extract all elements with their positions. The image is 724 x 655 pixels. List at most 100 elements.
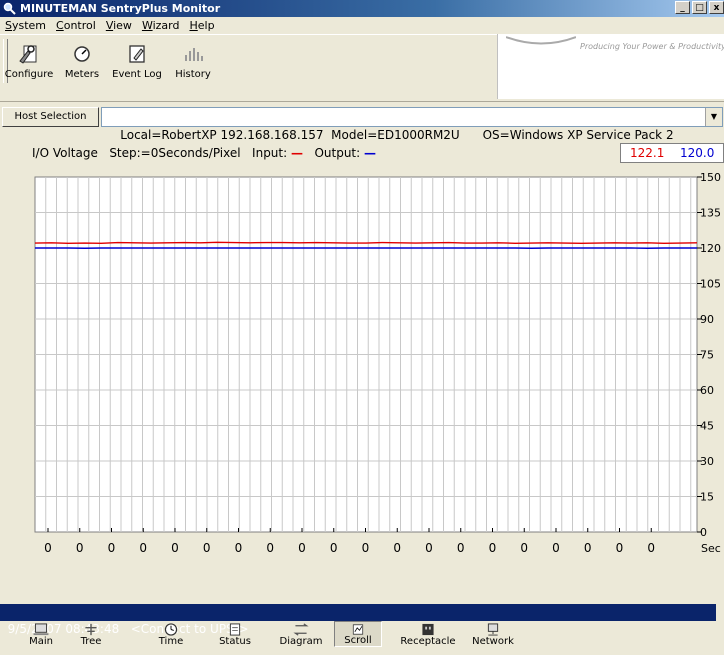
- input-legend-marker: —: [291, 146, 303, 160]
- logo-tagline: Producing Your Power & Productivity: [580, 42, 724, 51]
- tab-diagram-label: Diagram: [280, 636, 323, 647]
- y-tick-label: 90: [700, 313, 714, 326]
- menu-wizard[interactable]: Wizard: [137, 17, 185, 34]
- bottom-tab-bar: Main Tree Time Status Diagram Scroll Rec…: [0, 621, 724, 647]
- tab-time[interactable]: Time: [152, 621, 190, 647]
- history-icon: [182, 43, 204, 65]
- tab-main[interactable]: Main: [22, 621, 60, 647]
- x-tick-label: 0: [425, 541, 433, 555]
- meters-label: Meters: [65, 69, 99, 80]
- minimize-button[interactable]: _: [675, 1, 690, 14]
- clipboard-icon: [226, 623, 244, 636]
- voltage-readout: 122.1 120.0: [620, 143, 724, 163]
- input-voltage-line: [35, 242, 697, 243]
- output-label: Output:: [314, 146, 360, 160]
- scroll-chart-icon: [349, 624, 367, 635]
- host-selection-button[interactable]: Host Selection: [2, 107, 99, 127]
- x-tick-label: 0: [171, 541, 179, 555]
- x-tick-label: 0: [457, 541, 465, 555]
- chart-title: I/O Voltage: [32, 146, 98, 160]
- configure-label: Configure: [5, 69, 53, 80]
- receptacle-icon: [419, 623, 437, 636]
- tab-diagram[interactable]: Diagram: [276, 621, 326, 647]
- magnifier-icon: [3, 2, 17, 15]
- x-tick-label: 0: [330, 541, 338, 555]
- x-tick-label: 0: [44, 541, 52, 555]
- clock-icon: [162, 623, 180, 636]
- x-tick-label: 0: [362, 541, 370, 555]
- x-tick-label: 0: [647, 541, 655, 555]
- diagram-icon: [292, 623, 310, 636]
- chart-step: Step:=0Seconds/Pixel: [109, 146, 240, 160]
- tab-scroll-label: Scroll: [344, 635, 371, 646]
- x-tick-label: 0: [266, 541, 274, 555]
- x-tick-label: 0: [298, 541, 306, 555]
- tab-tree-label: Tree: [81, 636, 102, 647]
- chevron-down-icon[interactable]: ▼: [705, 108, 722, 126]
- brand-logo: Producing Your Power & Productivity: [497, 34, 724, 99]
- history-label: History: [175, 69, 211, 80]
- tab-status[interactable]: Status: [216, 621, 254, 647]
- tab-main-label: Main: [29, 636, 53, 647]
- menu-control[interactable]: Control: [51, 17, 101, 34]
- meters-button[interactable]: Meters: [60, 39, 104, 97]
- configure-icon: [17, 43, 41, 65]
- tab-status-label: Status: [219, 636, 251, 647]
- y-tick-label: 0: [700, 526, 707, 539]
- host-select[interactable]: Local=RobertXP 192.168.168.157 Model=ED1…: [101, 107, 723, 127]
- menu-system[interactable]: System: [0, 17, 51, 34]
- input-voltage-value: 122.1: [630, 144, 664, 162]
- output-legend-marker: —: [364, 146, 376, 160]
- tab-receptacle-label: Receptacle: [400, 636, 455, 647]
- y-tick-label: 60: [700, 384, 714, 397]
- x-tick-label: 0: [552, 541, 560, 555]
- window-title: MINUTEMAN SentryPlus Monitor: [20, 2, 220, 15]
- network-computer-icon: [484, 623, 502, 636]
- input-label: Input:: [252, 146, 287, 160]
- event-log-label: Event Log: [112, 69, 162, 80]
- tree-icon: [82, 623, 100, 636]
- configure-button[interactable]: Configure: [4, 39, 54, 97]
- x-tick-label: 0: [489, 541, 497, 555]
- tab-network[interactable]: Network: [470, 621, 516, 647]
- x-tick-label: 0: [203, 541, 211, 555]
- event-log-button[interactable]: Event Log: [108, 39, 166, 97]
- menu-help[interactable]: Help: [184, 17, 219, 34]
- x-tick-label: 0: [76, 541, 84, 555]
- y-tick-label: 120: [700, 242, 721, 255]
- x-tick-label: 0: [616, 541, 624, 555]
- history-button[interactable]: History: [168, 39, 218, 97]
- x-tick-label: 0: [393, 541, 401, 555]
- x-unit-label: Sec: [701, 542, 721, 555]
- y-tick-label: 30: [700, 455, 714, 468]
- y-tick-label: 135: [700, 207, 721, 220]
- tab-receptacle[interactable]: Receptacle: [398, 621, 458, 647]
- chart-header: I/O Voltage Step:=0Seconds/Pixel Input: …: [32, 146, 376, 160]
- x-tick-label: 0: [139, 541, 147, 555]
- x-tick-label: 0: [108, 541, 116, 555]
- computer-icon: [32, 623, 50, 636]
- y-tick-label: 45: [700, 420, 714, 433]
- status-bar: 9/5/2007 08:43:48 <Connect to UPS!>: [0, 604, 724, 621]
- maximize-button[interactable]: □: [692, 1, 707, 14]
- menu-bar: System Control View Wizard Help: [0, 17, 724, 34]
- x-tick-label: 0: [584, 541, 592, 555]
- menu-view[interactable]: View: [101, 17, 137, 34]
- x-tick-label: 0: [520, 541, 528, 555]
- y-tick-label: 15: [700, 491, 714, 504]
- y-tick-label: 150: [700, 171, 721, 184]
- host-bar: Host Selection Local=RobertXP 192.168.16…: [0, 106, 724, 128]
- tab-network-label: Network: [472, 636, 514, 647]
- close-button[interactable]: x: [709, 1, 724, 14]
- output-voltage-value: 120.0: [680, 144, 714, 162]
- logo-swoosh-icon: [506, 34, 576, 48]
- status-dropdown[interactable]: [716, 604, 724, 621]
- tab-tree[interactable]: Tree: [72, 621, 110, 647]
- y-tick-label: 105: [700, 278, 721, 291]
- title-bar: MINUTEMAN SentryPlus Monitor _ □ x: [0, 0, 724, 17]
- meter-icon: [71, 43, 93, 65]
- voltage-chart: 1501351201059075604530150000000000000000…: [0, 165, 724, 560]
- tab-scroll[interactable]: Scroll: [334, 621, 382, 647]
- event-log-icon: [126, 43, 148, 65]
- host-selection-value: Local=RobertXP 192.168.168.157 Model=ED1…: [120, 128, 673, 142]
